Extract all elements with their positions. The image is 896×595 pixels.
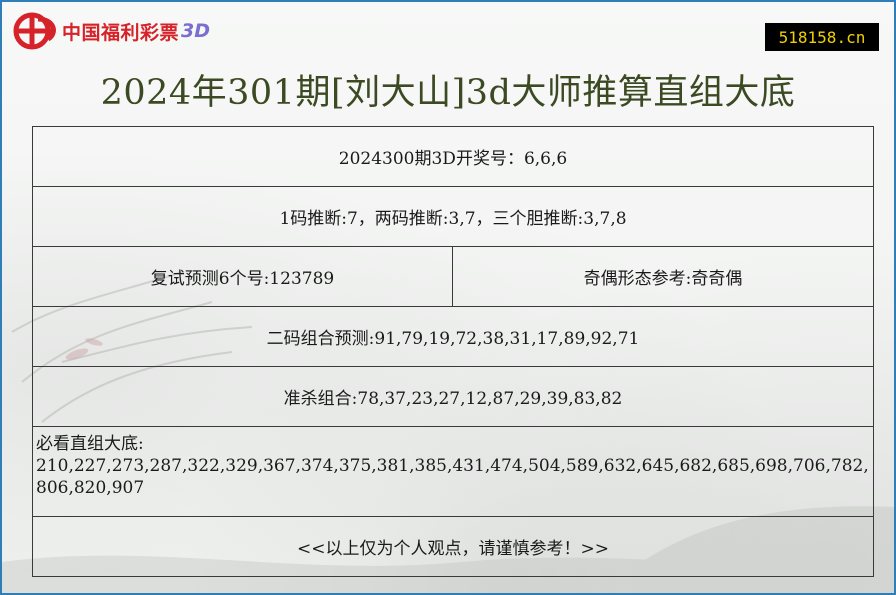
site-domain-badge[interactable]: 518158.cn: [765, 23, 879, 51]
table-row: 2024300期3D开奖号：6,6,6: [33, 127, 873, 186]
pair-combination-cell: 二码组合预测:91,79,19,72,38,31,17,89,92,71: [266, 329, 640, 349]
table-row: 准杀组合:78,37,23,27,12,87,29,39,83,82: [33, 366, 873, 426]
retry-prediction-cell: 复试预测6个号:123789: [150, 269, 335, 289]
table-row: 复试预测6个号:123789 奇偶形态参考:奇奇偶: [33, 246, 873, 306]
parity-pattern-cell: 奇偶形态参考:奇奇偶: [452, 247, 873, 306]
prediction-table: 2024300期3D开奖号：6,6,6 1码推断:7，两码推断:3,7，三个胆推…: [32, 126, 874, 577]
page-title: 2024年301期[刘大山]3d大师推算直组大底: [100, 73, 796, 113]
welfare-lottery-logo-icon: [13, 12, 56, 50]
lottery-logo: 中国福利彩票 3D: [12, 11, 210, 51]
code-prediction-cell: 1码推断:7，两码推断:3,7，三个胆推断:3,7,8: [279, 209, 627, 229]
table-row: 二码组合预测:91,79,19,72,38,31,17,89,92,71: [33, 306, 873, 366]
table-row: 必看直组大底: 210,227,273,287,322,329,367,374,…: [33, 426, 873, 516]
table-row: <<以上仅为个人观点，请谨慎参考！>>: [33, 516, 873, 576]
base-number-block: 必看直组大底: 210,227,273,287,322,329,367,374,…: [33, 427, 873, 516]
logo-3d-text: 3D: [181, 20, 211, 42]
table-row: 1码推断:7，两码推断:3,7，三个胆推断:3,7,8: [33, 186, 873, 246]
base-number-label: 必看直组大底:: [36, 434, 144, 454]
disclaimer-cell: <<以上仅为个人观点，请谨慎参考！>>: [297, 539, 609, 559]
base-number-values: 210,227,273,287,322,329,367,374,375,381,…: [36, 456, 869, 498]
logo-brand-text: 中国福利彩票: [62, 21, 180, 44]
draw-result-cell: 2024300期3D开奖号：6,6,6: [338, 149, 568, 169]
page-frame: 中国福利彩票 3D 518158.cn 2024年301期[刘大山]3d大师推算…: [0, 0, 896, 595]
kill-combination-cell: 准杀组合:78,37,23,27,12,87,29,39,83,82: [283, 389, 623, 409]
